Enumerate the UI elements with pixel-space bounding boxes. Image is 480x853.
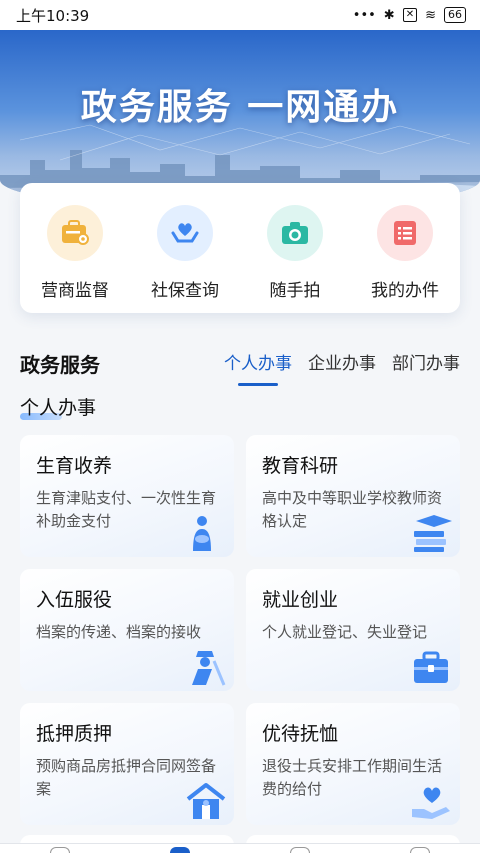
quick-action-social-security[interactable]: 社保查询 bbox=[135, 205, 235, 301]
bluetooth-icon: ✱ bbox=[383, 7, 395, 23]
quick-action-business-supervision[interactable]: 营商监督 bbox=[25, 205, 125, 301]
books-cap-icon bbox=[414, 515, 452, 552]
nav-profile-icon[interactable] bbox=[410, 847, 430, 853]
status-bar: 上午10:39 ••• ✱ ✕ ≋ 66 bbox=[0, 0, 480, 30]
services-grid: 生育收养 生育津贴支付、一次性生育补助金支付 教育科研 高中及中等职业学校教师资… bbox=[20, 435, 460, 825]
mother-baby-icon bbox=[193, 516, 211, 551]
nav-home-icon[interactable] bbox=[50, 847, 70, 853]
quick-action-label: 社保查询 bbox=[151, 281, 219, 301]
services-tabs: 个人办事 企业办事 部门办事 bbox=[224, 349, 460, 386]
nav-services-icon[interactable] bbox=[170, 847, 190, 853]
soldier-icon bbox=[192, 651, 226, 686]
heart-hands-icon bbox=[157, 205, 213, 261]
status-time: 上午10:39 bbox=[16, 6, 90, 25]
quick-action-snapshot[interactable]: 随手拍 bbox=[245, 205, 345, 301]
quick-action-label: 我的办件 bbox=[371, 281, 439, 301]
quick-action-label: 营商监督 bbox=[41, 281, 109, 301]
service-card-mortgage[interactable]: 抵押质押 预购商品房抵押合同网签备案 bbox=[20, 703, 234, 825]
service-title: 入伍服役 bbox=[36, 589, 113, 611]
tab-department[interactable]: 部门办事 bbox=[392, 349, 460, 378]
wifi-icon: ≋ bbox=[425, 7, 436, 23]
camera-icon bbox=[267, 205, 323, 261]
section-title: 政务服务 bbox=[20, 352, 100, 377]
service-title: 抵押质押 bbox=[36, 723, 113, 745]
service-card-childbirth[interactable]: 生育收养 生育津贴支付、一次性生育补助金支付 bbox=[20, 435, 234, 557]
service-title: 优待抚恤 bbox=[262, 723, 339, 745]
service-title: 生育收养 bbox=[36, 455, 113, 477]
bottom-nav bbox=[0, 843, 480, 853]
house-icon bbox=[186, 783, 226, 819]
briefcase-eye-icon bbox=[47, 205, 103, 261]
list-doc-icon bbox=[377, 205, 433, 261]
service-card-employment[interactable]: 就业创业 个人就业登记、失业登记 bbox=[246, 569, 460, 691]
service-card-education[interactable]: 教育科研 高中及中等职业学校教师资格认定 bbox=[246, 435, 460, 557]
service-title: 教育科研 bbox=[262, 455, 339, 477]
quick-action-my-cases[interactable]: 我的办件 bbox=[355, 205, 455, 301]
quick-actions-card: 营商监督 社保查询 随手拍 我的办件 bbox=[20, 183, 460, 313]
service-desc: 个人就业登记、失业登记 bbox=[262, 623, 428, 641]
nav-messages-icon[interactable] bbox=[290, 847, 310, 853]
more-dots-icon: ••• bbox=[352, 7, 376, 23]
service-title: 就业创业 bbox=[262, 589, 339, 611]
tab-personal[interactable]: 个人办事 bbox=[224, 349, 292, 386]
quick-action-label: 随手拍 bbox=[269, 281, 321, 301]
banner-title: 政务服务 一网通办 bbox=[80, 87, 400, 128]
sub-title: 个人办事 bbox=[20, 397, 97, 419]
heart-hand-icon bbox=[412, 787, 450, 819]
sim-icon: ✕ bbox=[402, 8, 418, 22]
service-card-preferential[interactable]: 优待抚恤 退役士兵安排工作期间生活费的给付 bbox=[246, 703, 460, 825]
services-section-header: 政务服务 个人办事 企业办事 部门办事 bbox=[20, 343, 460, 386]
service-desc: 档案的传递、档案的接收 bbox=[36, 623, 202, 641]
briefcase-icon bbox=[414, 651, 448, 683]
status-icons: ••• ✱ ✕ ≋ 66 bbox=[353, 7, 466, 23]
battery-icon: 66 bbox=[444, 7, 466, 23]
tab-enterprise[interactable]: 企业办事 bbox=[308, 349, 376, 378]
service-card-military[interactable]: 入伍服役 档案的传递、档案的接收 bbox=[20, 569, 234, 691]
